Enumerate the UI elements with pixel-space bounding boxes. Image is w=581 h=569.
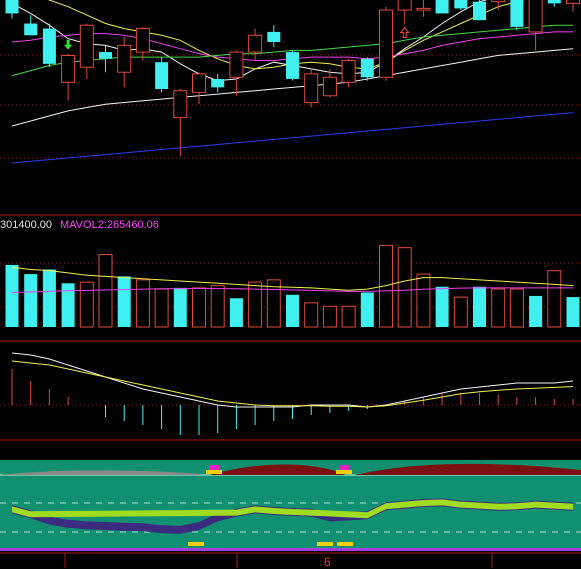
volume-bar	[397, 247, 412, 328]
macd-panel	[11, 352, 574, 435]
candle-body	[435, 0, 449, 14]
volume-bar	[42, 269, 56, 327]
candle-body	[79, 24, 94, 68]
mavol2-label: MAVOL2:265460.06	[60, 219, 159, 231]
volume-bar	[210, 285, 225, 328]
candle-body	[397, 0, 412, 11]
volume-bar	[229, 298, 243, 327]
candle-body	[117, 44, 132, 73]
volume-bar	[529, 295, 543, 327]
candle-body	[192, 73, 206, 93]
volume-ma-line	[11, 266, 574, 291]
volume-bar	[341, 305, 356, 328]
volume-bar	[416, 273, 431, 328]
volume-bar	[453, 296, 468, 328]
signal-marker	[206, 470, 222, 474]
volume-bar	[286, 294, 299, 327]
candle-body	[211, 78, 225, 88]
volume-bar	[5, 264, 19, 327]
signal-marker	[188, 542, 204, 546]
volume-bar	[547, 270, 562, 328]
volume-value-label: 301400.00	[0, 219, 52, 231]
volume-bar	[566, 297, 580, 327]
volume-bar	[154, 288, 169, 328]
candle-body	[473, 1, 486, 21]
volume-bar	[98, 254, 113, 328]
volume-bar	[304, 302, 319, 328]
candle-body	[5, 0, 19, 14]
volume-ma-line	[11, 287, 573, 293]
volume-bar	[117, 276, 131, 327]
volume-bar	[491, 288, 506, 328]
candle-body	[360, 58, 374, 78]
volume-bar	[192, 287, 206, 328]
candle-body	[248, 34, 263, 53]
volume-bar	[79, 281, 94, 328]
candle-body	[566, 0, 580, 4]
volume-bar	[435, 286, 449, 327]
candle-body	[42, 28, 56, 64]
candle-body	[267, 31, 281, 42]
macd-line	[11, 352, 574, 408]
signal-marker	[317, 542, 333, 546]
volume-bar	[509, 288, 524, 328]
volume-bar	[360, 292, 374, 327]
candle-body	[341, 59, 356, 83]
volume-panel	[5, 244, 580, 328]
candle-body	[286, 52, 299, 79]
candle-body	[416, 7, 431, 11]
candle-body	[61, 54, 76, 83]
candle-body	[491, 0, 506, 3]
price-panel	[5, 0, 580, 164]
x-axis-tick-label: 6	[324, 555, 331, 569]
candle-body	[379, 9, 393, 78]
candle-body	[454, 0, 468, 9]
volume-bar	[322, 305, 337, 328]
candle-body	[155, 62, 169, 90]
candle-body	[135, 28, 150, 53]
signal-marker	[339, 465, 349, 470]
candle-body	[304, 73, 319, 103]
signal-arrow-up-icon	[399, 26, 410, 39]
volume-bar	[61, 283, 75, 327]
candle-body	[24, 23, 38, 36]
signal-marker	[337, 542, 353, 546]
bottom-strip	[0, 548, 581, 551]
macd-line	[11, 360, 574, 408]
candle-body	[229, 51, 244, 78]
signal-marker	[336, 470, 352, 474]
volume-bar	[473, 286, 486, 327]
volume-bar	[135, 279, 150, 328]
volume-bar	[24, 274, 38, 327]
stock-chart	[0, 0, 581, 568]
price-ma-line	[11, 112, 574, 164]
oscillator-panel	[0, 460, 581, 551]
candle-body	[528, 0, 543, 33]
candle-body	[173, 90, 188, 119]
signal-arrow-down-icon	[64, 39, 73, 50]
volume-bar	[173, 287, 187, 327]
candle-body	[510, 0, 524, 27]
candle-body	[322, 76, 337, 97]
candle-body	[547, 0, 561, 4]
candle-body	[99, 52, 112, 59]
signal-marker	[209, 465, 219, 470]
